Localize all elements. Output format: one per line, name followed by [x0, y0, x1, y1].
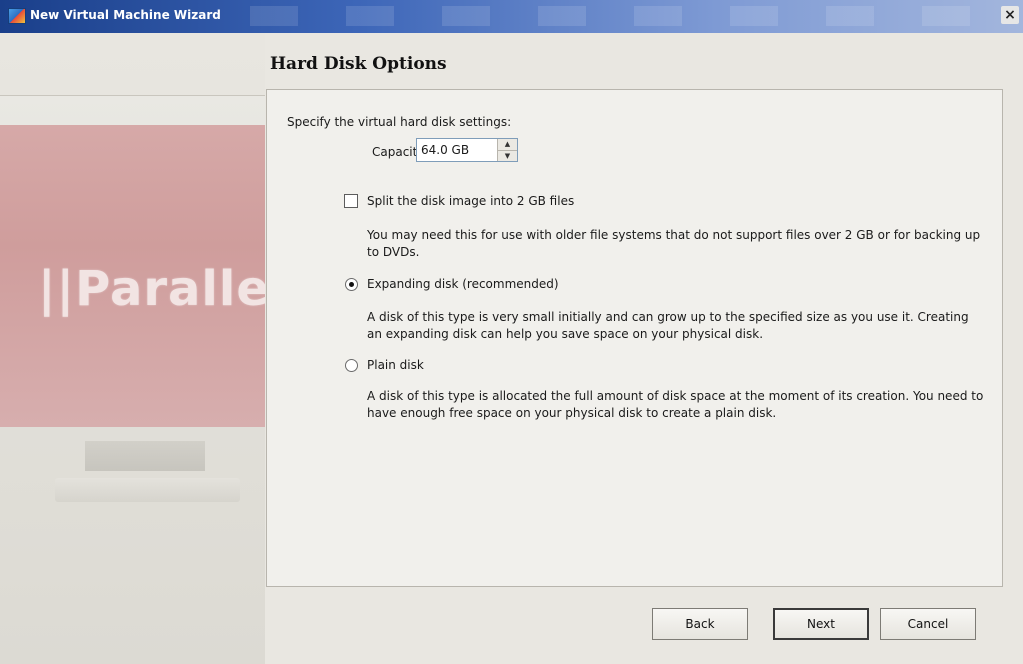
capacity-value[interactable]: 64.0 GB: [417, 143, 497, 157]
spin-down-icon[interactable]: ▼: [498, 149, 517, 161]
monitor-stand: [85, 441, 205, 471]
plain-disk-label[interactable]: Plain disk: [367, 358, 424, 372]
parallels-logo: ||Parallels: [38, 261, 265, 317]
split-disk-checkbox[interactable]: [344, 194, 358, 208]
settings-panel: Specify the virtual hard disk settings: …: [266, 89, 1003, 587]
plain-disk-radio[interactable]: [345, 359, 358, 372]
split-disk-label[interactable]: Split the disk image into 2 GB files: [367, 194, 574, 208]
app-icon: [8, 8, 26, 24]
title-bar-decoration: [250, 6, 983, 26]
expanding-disk-label[interactable]: Expanding disk (recommended): [367, 277, 559, 291]
back-button[interactable]: Back: [652, 608, 748, 640]
plain-disk-description: A disk of this type is allocated the ful…: [367, 389, 984, 420]
wizard-body: ||Parallels Hard Disk Options Specify th…: [0, 33, 1023, 664]
split-disk-description: You may need this for use with older fil…: [367, 228, 981, 259]
capacity-stepper[interactable]: 64.0 GB ▲ ▼: [416, 138, 518, 162]
close-button[interactable]: ×: [1001, 6, 1019, 24]
expanding-disk-radio[interactable]: [345, 278, 358, 291]
spin-up-icon[interactable]: ▲: [498, 139, 517, 150]
expanding-disk-description: A disk of this type is very small initia…: [367, 310, 969, 341]
intro-text: Specify the virtual hard disk settings:: [287, 115, 512, 129]
next-button[interactable]: Next: [773, 608, 869, 640]
window-title: New Virtual Machine Wizard: [30, 8, 221, 22]
capacity-spinner[interactable]: ▲ ▼: [497, 139, 517, 161]
monitor-base: [55, 478, 240, 502]
title-bar: New Virtual Machine Wizard ×: [0, 0, 1023, 33]
wizard-side-banner: ||Parallels: [0, 33, 265, 664]
cancel-button[interactable]: Cancel: [880, 608, 976, 640]
page-title: Hard Disk Options: [270, 54, 447, 74]
